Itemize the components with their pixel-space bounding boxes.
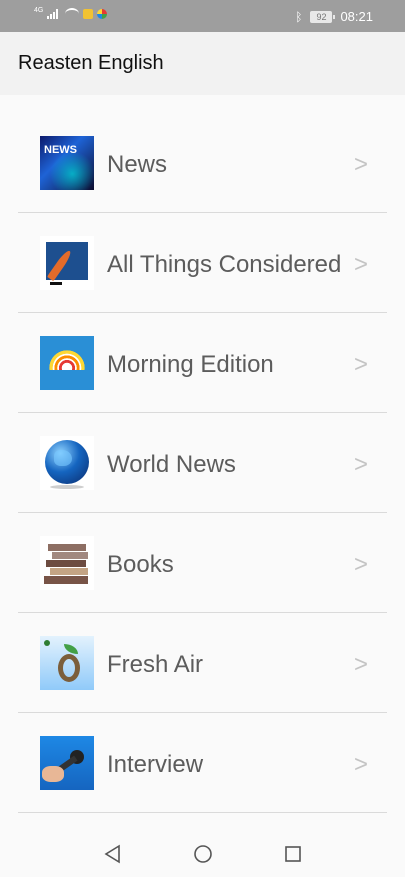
app-icon bbox=[97, 9, 108, 19]
list-item-label: World News bbox=[107, 451, 236, 478]
list-item-world-news[interactable]: World News > bbox=[0, 413, 405, 513]
program-list: NEWS News > All Things Considered > Morn… bbox=[0, 113, 405, 813]
list-item-interview[interactable]: Interview > bbox=[0, 713, 405, 813]
chevron-right-icon: > bbox=[354, 651, 369, 678]
home-icon[interactable] bbox=[193, 844, 213, 864]
notification-app-icon bbox=[83, 9, 94, 19]
list-item-label: Books bbox=[107, 551, 174, 578]
sunrise-thumbnail bbox=[40, 336, 94, 390]
plant-thumbnail bbox=[40, 636, 94, 690]
network-label: 4G bbox=[34, 6, 44, 14]
books-thumbnail bbox=[40, 536, 94, 590]
recents-icon[interactable] bbox=[284, 844, 302, 864]
battery-level: 92 bbox=[316, 11, 327, 22]
quill-thumbnail bbox=[40, 236, 94, 290]
microphone-thumbnail bbox=[40, 736, 94, 790]
app-bar: Reasten English bbox=[0, 32, 405, 95]
list-item-fresh-air[interactable]: Fresh Air > bbox=[0, 613, 405, 713]
chevron-right-icon: > bbox=[354, 551, 369, 578]
list-item-all-things-considered[interactable]: All Things Considered > bbox=[0, 213, 405, 313]
list-item-books[interactable]: Books > bbox=[0, 513, 405, 613]
list-item-label: Interview bbox=[107, 751, 204, 778]
chevron-right-icon: > bbox=[354, 251, 369, 278]
chevron-right-icon: > bbox=[354, 351, 369, 378]
chevron-right-icon: > bbox=[354, 451, 369, 478]
status-bar: 4G ᛒ 92 08:21 bbox=[0, 0, 405, 32]
clock: 08:21 bbox=[340, 9, 373, 24]
chevron-right-icon: > bbox=[354, 751, 369, 778]
divider bbox=[18, 812, 387, 813]
news-thumbnail-text: NEWS bbox=[44, 144, 77, 156]
news-thumbnail: NEWS bbox=[40, 136, 94, 190]
wifi-icon bbox=[65, 8, 80, 20]
list-item-label: All Things Considered bbox=[107, 251, 342, 278]
list-item-morning-edition[interactable]: Morning Edition > bbox=[0, 313, 405, 413]
list-item-label: Morning Edition bbox=[107, 351, 274, 378]
battery-icon: 92 bbox=[310, 10, 336, 23]
page-title: Reasten English bbox=[18, 52, 164, 74]
chevron-right-icon: > bbox=[354, 151, 369, 178]
signal-icon bbox=[47, 9, 61, 19]
list-item-label: News bbox=[107, 151, 168, 178]
back-icon[interactable] bbox=[103, 844, 121, 864]
navigation-bar bbox=[0, 832, 405, 877]
bluetooth-icon: ᛒ bbox=[295, 9, 303, 24]
list-item-news[interactable]: NEWS News > bbox=[0, 113, 405, 213]
list-item-label: Fresh Air bbox=[107, 651, 204, 678]
globe-thumbnail bbox=[40, 436, 94, 490]
